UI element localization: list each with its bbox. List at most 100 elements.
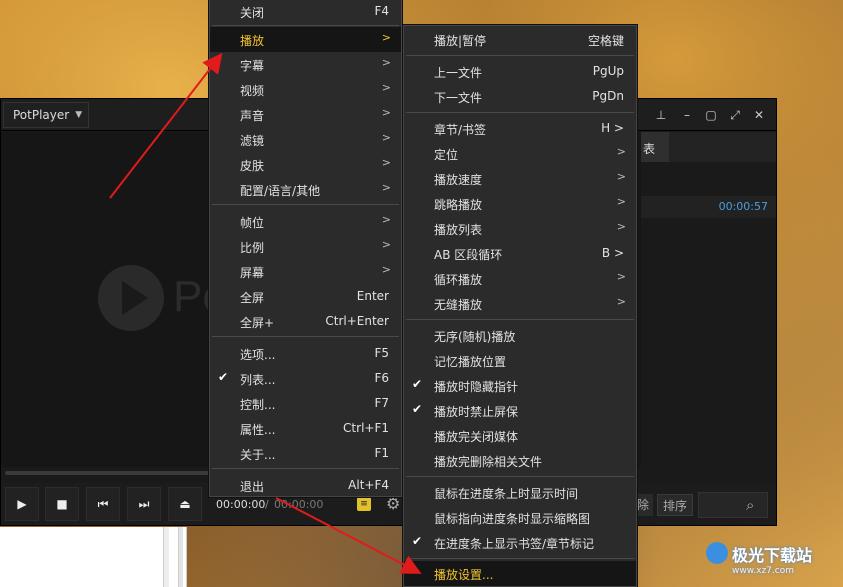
menu-item-fullscreen[interactable]: 全屏 Enter bbox=[210, 284, 401, 309]
menu-item-label: 全屏+ bbox=[240, 316, 275, 330]
menu-item-playlist[interactable]: 播放列表 > bbox=[404, 216, 636, 241]
menu-item-remember-position[interactable]: 记忆播放位置 bbox=[404, 348, 636, 373]
menu-item-subtitle[interactable]: 字幕 > bbox=[210, 52, 401, 77]
menu-item-label: AB 区段循环 bbox=[434, 248, 503, 262]
time-separator: / bbox=[265, 498, 269, 511]
menu-item-play-settings[interactable]: 播放设置... bbox=[404, 561, 636, 586]
playlist-panel: 表 00:00:57 bbox=[641, 132, 776, 467]
menu-item-delete-after-play[interactable]: 播放完删除相关文件 bbox=[404, 448, 636, 473]
menu-item-label: 播放设置... bbox=[434, 568, 494, 582]
eject-button[interactable]: ⏏ bbox=[168, 487, 202, 521]
chevron-right-icon: > bbox=[616, 170, 626, 183]
menu-item-label: 视频 bbox=[240, 84, 265, 98]
menu-item-speed[interactable]: 播放速度 > bbox=[404, 166, 636, 191]
menu-item-gapless[interactable]: 无缝播放 > bbox=[404, 291, 636, 316]
menu-item-prev-file[interactable]: 上一文件 PgUp bbox=[404, 59, 636, 84]
menu-item-skip[interactable]: 跳略播放 > bbox=[404, 191, 636, 216]
menu-item-label: 帧位 bbox=[240, 216, 265, 230]
minimize-icon[interactable]: – bbox=[678, 106, 696, 124]
subtitle-icon[interactable]: ≡ bbox=[357, 497, 371, 511]
chevron-right-icon: > bbox=[616, 195, 626, 208]
chevron-down-icon: ▼ bbox=[75, 110, 83, 120]
menu-item-properties[interactable]: 属性... Ctrl+F1 bbox=[210, 416, 401, 441]
menu-item-label: 章节/书签 bbox=[434, 123, 487, 137]
menu-item-label: 定位 bbox=[434, 148, 459, 162]
menu-item-list[interactable]: ✔ 列表... F6 bbox=[210, 366, 401, 391]
menu-item-label: 下一文件 bbox=[434, 91, 483, 105]
menu-item-shortcut: F5 bbox=[374, 346, 389, 360]
menu-item-play-pause[interactable]: 播放|暂停 空格键 bbox=[404, 27, 636, 52]
previous-button[interactable]: ⏮ bbox=[86, 487, 120, 521]
menu-item-play[interactable]: 播放 > bbox=[210, 27, 401, 52]
menu-item-label: 跳略播放 bbox=[434, 198, 483, 212]
playlist-row[interactable]: 00:00:57 bbox=[641, 196, 776, 218]
menu-item-audio[interactable]: 声音 > bbox=[210, 102, 401, 127]
menu-item-filter[interactable]: 滤镜 > bbox=[210, 127, 401, 152]
menu-item-label: 控制... bbox=[240, 398, 276, 412]
menu-item-fullscreen-plus[interactable]: 全屏+ Ctrl+Enter bbox=[210, 309, 401, 334]
scrollbar-secondary bbox=[178, 527, 183, 587]
menu-item-options[interactable]: 选项... F5 bbox=[210, 341, 401, 366]
menu-item-shortcut: Enter bbox=[356, 289, 389, 303]
next-button[interactable]: ⏭ bbox=[127, 487, 161, 521]
menu-item-exit[interactable]: 退出 Alt+F4 bbox=[210, 473, 401, 498]
menu-item-next-file[interactable]: 下一文件 PgDn bbox=[404, 84, 636, 109]
search-input[interactable] bbox=[698, 492, 768, 518]
menu-item-disable-screensaver[interactable]: ✔ 播放时禁止屏保 bbox=[404, 398, 636, 423]
menu-item-loop[interactable]: 循环播放 > bbox=[404, 266, 636, 291]
menu-item-close-after-play[interactable]: 播放完关闭媒体 bbox=[404, 423, 636, 448]
current-time: 00:00:00 bbox=[216, 498, 266, 511]
search-icon[interactable]: ⌕ bbox=[746, 496, 754, 514]
menu-item-config[interactable]: 配置/语言/其他 > bbox=[210, 177, 401, 202]
app-menu-button[interactable]: PotPlayer ▼ bbox=[3, 102, 89, 128]
play-button[interactable]: ▶ bbox=[5, 487, 39, 521]
menu-item-show-thumbnail[interactable]: 鼠标指向进度条时显示缩略图 bbox=[404, 505, 636, 530]
menu-item-shortcut: F1 bbox=[374, 446, 389, 460]
menu-item-label: 列表... bbox=[240, 373, 276, 387]
menu-item-shortcut: F7 bbox=[374, 396, 389, 410]
menu-item-label: 播放列表 bbox=[434, 223, 483, 237]
chevron-right-icon: > bbox=[381, 56, 391, 69]
watermark-url: www.xz7.com bbox=[732, 566, 794, 576]
menu-item-show-time-on-seek[interactable]: 鼠标在进度条上时显示时间 bbox=[404, 480, 636, 505]
menu-item-close[interactable]: 关闭 F4 bbox=[210, 0, 401, 24]
playlist-duration: 00:00:57 bbox=[718, 200, 768, 213]
divider bbox=[212, 468, 399, 469]
menu-item-ratio[interactable]: 比例 > bbox=[210, 234, 401, 259]
menu-item-chapters[interactable]: 章节/书签 H > bbox=[404, 116, 636, 141]
menu-item-shortcut: PgDn bbox=[592, 89, 624, 103]
menu-item-video[interactable]: 视频 > bbox=[210, 77, 401, 102]
fullscreen-icon[interactable]: ⤢ bbox=[726, 106, 744, 124]
menu-item-control[interactable]: 控制... F7 bbox=[210, 391, 401, 416]
menu-item-shortcut: F4 bbox=[374, 4, 389, 18]
menu-item-shuffle[interactable]: 无序(随机)播放 bbox=[404, 323, 636, 348]
playlist-tabbar: 表 bbox=[641, 132, 776, 162]
menu-item-hide-cursor[interactable]: ✔ 播放时隐藏指针 bbox=[404, 373, 636, 398]
chevron-right-icon: > bbox=[381, 31, 391, 44]
menu-item-ab-loop[interactable]: AB 区段循环 B > bbox=[404, 241, 636, 266]
menu-item-about[interactable]: 关于... F1 bbox=[210, 441, 401, 466]
menu-item-show-bookmarks[interactable]: ✔ 在进度条上显示书签/章节标记 bbox=[404, 530, 636, 555]
sort-button[interactable]: 排序 bbox=[657, 494, 693, 516]
maximize-icon[interactable]: ▢ bbox=[702, 106, 720, 124]
menu-item-label: 循环播放 bbox=[434, 273, 483, 287]
play-logo-triangle bbox=[122, 281, 148, 315]
close-icon[interactable]: ✕ bbox=[750, 106, 768, 124]
chevron-right-icon: > bbox=[381, 131, 391, 144]
menu-item-skin[interactable]: 皮肤 > bbox=[210, 152, 401, 177]
watermark-text: 极光下载站 bbox=[732, 546, 813, 565]
menu-item-label: 属性... bbox=[240, 423, 276, 437]
menu-item-shortcut: Ctrl+Enter bbox=[325, 314, 389, 328]
menu-item-frame[interactable]: 帧位 > bbox=[210, 209, 401, 234]
divider bbox=[212, 336, 399, 337]
pin-icon[interactable]: ⊥ bbox=[652, 106, 670, 124]
menu-item-screen[interactable]: 屏幕 > bbox=[210, 259, 401, 284]
menu-item-label: 关闭 bbox=[240, 6, 265, 20]
menu-item-seek[interactable]: 定位 > bbox=[404, 141, 636, 166]
chevron-right-icon: > bbox=[381, 156, 391, 169]
menu-item-shortcut: PgUp bbox=[592, 64, 624, 78]
stop-button[interactable]: ■ bbox=[45, 487, 79, 521]
total-time: 00:00:00 bbox=[274, 498, 324, 511]
chevron-right-icon: > bbox=[616, 270, 626, 283]
tab-playlist[interactable]: 表 bbox=[641, 132, 669, 162]
